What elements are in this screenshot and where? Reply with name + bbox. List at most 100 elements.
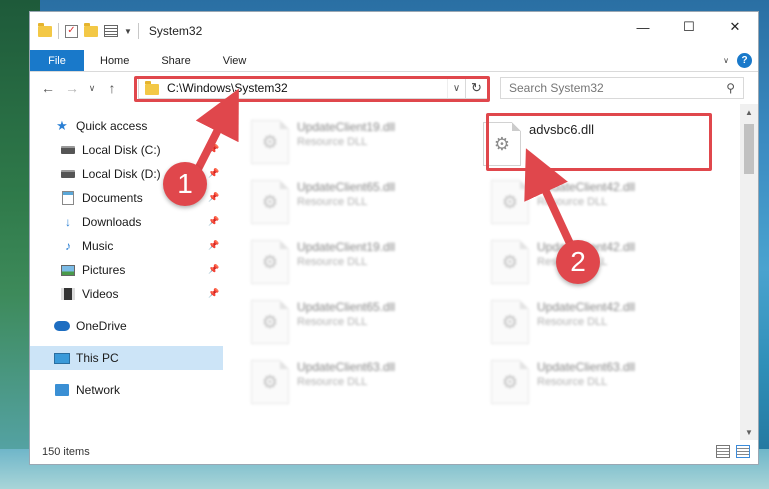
file-name: advsbc6.dll [529, 122, 595, 137]
file-item-target[interactable]: ⚙ advsbc6.dll [459, 116, 689, 176]
search-icon[interactable]: ⚲ [726, 81, 735, 95]
close-button[interactable]: ✕ [712, 12, 758, 42]
ribbon-right-controls: ∨ ? [723, 53, 752, 68]
vertical-scrollbar[interactable]: ▲ ▼ [740, 104, 758, 440]
file-item[interactable]: ⚙ UpdateClient65.dll Resource DLL [223, 178, 453, 238]
properties-check-icon[interactable]: ✓ [65, 24, 78, 38]
step-2-badge: 2 [556, 240, 600, 284]
star-icon: ★ [56, 118, 68, 133]
sidebar-item-pictures[interactable]: Pictures 📌 [30, 258, 223, 282]
file-type: Resource DLL [537, 376, 608, 388]
help-icon[interactable]: ? [737, 53, 752, 68]
details-view-icon[interactable] [716, 445, 730, 458]
sidebar-item-network[interactable]: Network [30, 378, 223, 402]
item-count: 150 items [42, 446, 90, 458]
navigation-pane: ★ Quick access Local Disk (C:) 📌 Local D… [30, 104, 223, 440]
documents-icon [60, 191, 76, 205]
file-name: UpdateClient19.dll [297, 120, 396, 134]
sidebar-item-quick-access[interactable]: ★ Quick access [30, 114, 223, 138]
file-type: Resource DLL [297, 376, 368, 388]
file-name: UpdateClient65.dll [297, 180, 396, 194]
file-name: UpdateClient63.dll [537, 360, 636, 374]
dll-file-icon: ⚙ [251, 120, 289, 164]
drive-icon [60, 167, 76, 181]
quick-access-toolbar: ✓ ▼ [30, 22, 139, 39]
file-item[interactable]: ⚙ UpdateClient63.dll Resource DLL [223, 358, 453, 418]
dll-file-icon: ⚙ [251, 180, 289, 224]
file-name: UpdateClient63.dll [297, 360, 396, 374]
new-folder-icon[interactable] [84, 22, 98, 37]
address-path[interactable]: C:\Windows\System32 [167, 81, 447, 95]
scroll-thumb[interactable] [744, 124, 754, 174]
file-type: Resource DLL [297, 256, 368, 268]
search-input[interactable] [509, 81, 727, 95]
view-toggle-group [716, 445, 750, 458]
customize-toolbar-chevron-icon[interactable]: ▼ [124, 27, 132, 36]
sidebar-item-this-pc[interactable]: This PC [30, 346, 223, 370]
up-button[interactable]: ↑ [102, 78, 122, 98]
file-item[interactable]: ⚙ UpdateClient42.dll Resource DLL [463, 178, 693, 238]
sidebar-item-label: Music [82, 239, 114, 253]
dll-file-icon: ⚙ [251, 240, 289, 284]
pin-icon[interactable]: 📌 [208, 168, 219, 179]
pin-icon[interactable]: 📌 [208, 216, 219, 227]
download-icon: ↓ [65, 215, 71, 229]
sidebar-item-videos[interactable]: Videos 📌 [30, 282, 223, 306]
forward-button[interactable]: → [62, 78, 82, 98]
refresh-button[interactable]: ↻ [465, 78, 487, 98]
file-type: Resource DLL [537, 316, 608, 328]
minimize-button[interactable]: — [620, 12, 666, 42]
scroll-up-arrow-icon[interactable]: ▲ [740, 104, 758, 120]
back-button[interactable]: ← [38, 78, 58, 98]
scroll-down-arrow-icon[interactable]: ▼ [740, 424, 758, 440]
expand-ribbon-chevron-icon[interactable]: ∨ [723, 56, 729, 65]
sidebar-item-local-disk-c[interactable]: Local Disk (C:) 📌 [30, 138, 223, 162]
recent-locations-chevron-icon[interactable]: ∨ [86, 78, 98, 98]
file-item[interactable]: ⚙ UpdateClient19.dll Resource DLL [223, 238, 453, 298]
pin-icon[interactable]: 📌 [208, 264, 219, 275]
pin-icon[interactable]: 📌 [208, 240, 219, 251]
tab-home[interactable]: Home [84, 50, 145, 71]
file-type: Resource DLL [297, 196, 368, 208]
file-item[interactable]: ⚙ UpdateClient42.dll Resource DLL [463, 298, 693, 358]
videos-icon [60, 287, 76, 301]
address-dropdown-chevron-icon[interactable]: ∨ [447, 78, 465, 98]
cloud-icon [54, 319, 70, 333]
sidebar-item-label: Downloads [82, 215, 142, 229]
music-icon: ♪ [65, 239, 71, 253]
properties-icon[interactable] [104, 25, 118, 37]
file-type: Resource DLL [537, 196, 608, 208]
sidebar-item-label: This PC [76, 351, 119, 365]
address-bar[interactable]: C:\Windows\System32 ∨ ↻ [138, 77, 488, 99]
maximize-button[interactable]: ☐ [666, 12, 712, 42]
dll-file-icon: ⚙ [491, 360, 529, 404]
sidebar-item-label: Local Disk (D:) [82, 167, 161, 181]
sidebar-item-downloads[interactable]: ↓ Downloads 📌 [30, 210, 223, 234]
tab-share[interactable]: Share [145, 50, 206, 71]
dll-file-icon: ⚙ [483, 122, 521, 166]
pin-icon[interactable]: 📌 [208, 288, 219, 299]
tab-view[interactable]: View [207, 50, 263, 71]
network-icon [54, 383, 70, 397]
status-bar: 150 items [30, 440, 758, 464]
file-item[interactable]: ⚙ UpdateClient65.dll Resource DLL [223, 298, 453, 358]
file-type: Resource DLL [297, 136, 368, 148]
dll-file-icon: ⚙ [491, 300, 529, 344]
file-item[interactable]: ⚙ UpdateClient63.dll Resource DLL [463, 358, 693, 418]
content-area: ★ Quick access Local Disk (C:) 📌 Local D… [30, 104, 758, 440]
tab-file[interactable]: File [30, 50, 84, 71]
folder-icon[interactable] [38, 22, 52, 37]
pictures-icon [60, 263, 76, 277]
toolbar-separator [58, 23, 59, 39]
sidebar-item-onedrive[interactable]: OneDrive [30, 314, 223, 338]
sidebar-item-music[interactable]: ♪ Music 📌 [30, 234, 223, 258]
tiles-view-icon[interactable] [736, 445, 750, 458]
file-list: ⚙ advsbc6.dll ⚙ UpdateClient19.dll Resou… [223, 104, 740, 440]
file-item[interactable]: ⚙ UpdateClient19.dll Resource DLL [223, 118, 453, 178]
pin-icon[interactable]: 📌 [208, 144, 219, 155]
drive-icon [60, 143, 76, 157]
search-box[interactable]: ⚲ [500, 77, 744, 99]
dll-file-icon: ⚙ [491, 240, 529, 284]
dll-file-icon: ⚙ [251, 300, 289, 344]
pin-icon[interactable]: 📌 [208, 192, 219, 203]
